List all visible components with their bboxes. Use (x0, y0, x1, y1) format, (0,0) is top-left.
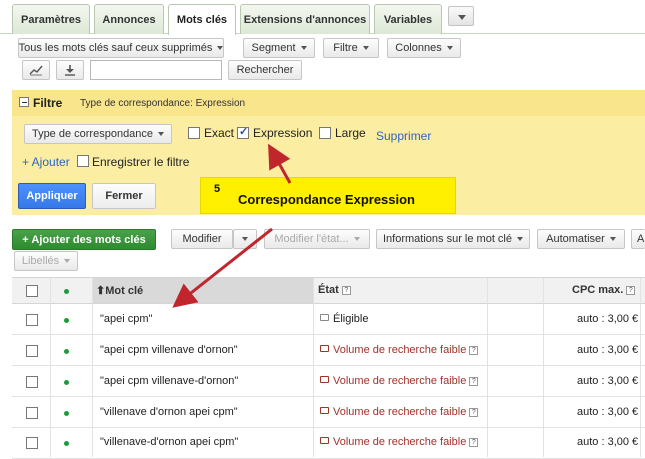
annotation-arrows (172, 143, 292, 308)
arrow-to-expression-checkbox (268, 143, 292, 184)
arrow-to-keyword-cell (172, 227, 273, 308)
